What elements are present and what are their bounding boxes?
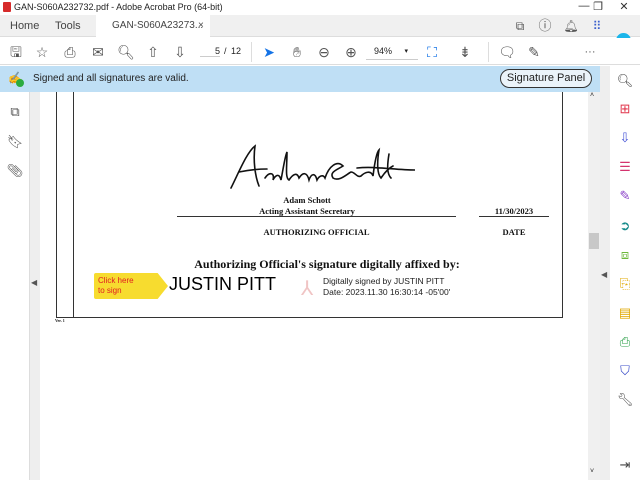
share-icon[interactable]: ⧉: [510, 16, 530, 36]
page-thumbnails-icon[interactable]: ⧉: [5, 102, 25, 122]
more-tools-button[interactable]: ···: [580, 42, 600, 62]
signed-date: 11/30/2023: [494, 206, 534, 216]
close-tab-button[interactable]: ×: [198, 15, 204, 37]
digital-signature-line1: Digitally signed by JUSTIN PITT: [323, 276, 445, 286]
page-fit-icon[interactable]: ⛶: [422, 42, 442, 62]
title-bar: GAN-S060A232732.pdf - Adobe Acrobat Pro …: [0, 0, 640, 15]
share-pdf-icon[interactable]: ⎘: [616, 275, 634, 293]
signer-name: Adam Schott: [283, 195, 331, 205]
help-icon[interactable]: ⓘ: [535, 16, 555, 36]
vertical-scrollbar[interactable]: ˄ ˅: [588, 92, 600, 480]
restore-button[interactable]: ❐: [586, 0, 610, 13]
search-icon[interactable]: 🔍︎: [116, 42, 136, 62]
chevron-down-icon: ▾: [404, 48, 408, 55]
previous-page-icon[interactable]: ⇧: [143, 42, 163, 62]
scrollbar-thumb[interactable]: [589, 233, 599, 249]
save-icon[interactable]: 🖫: [6, 42, 26, 62]
zoom-in-icon[interactable]: ⊕: [341, 42, 361, 62]
signature-line: [177, 216, 456, 217]
email-icon[interactable]: ✉: [88, 42, 108, 62]
sign-here-flag[interactable]: Click here to sign: [94, 273, 168, 299]
window-title: GAN-S060A232732.pdf - Adobe Acrobat Pro …: [14, 2, 223, 12]
document-tab-label: GAN-S060A23273...: [112, 20, 204, 31]
divider: [488, 42, 489, 62]
notifications-bell-icon[interactable]: 🔔︎: [561, 16, 581, 36]
signature-panel-button[interactable]: Signature Panel: [500, 69, 592, 88]
digital-signature-details[interactable]: Digitally signed by JUSTIN PITT Date: 20…: [323, 276, 450, 298]
digital-signature-line2: Date: 2023.11.30 16:30:14 -05'00': [323, 287, 451, 297]
toolbar: 🖫 ☆ ⎙ ✉ 🔍︎ ⇧ ⇩ 5 / 12 ➤ ✋︎ ⊖ ⊕ 94% ▾ ⛶ ⇟ …: [0, 38, 640, 65]
scroll-mode-icon[interactable]: ⇟: [455, 42, 475, 62]
divider: [251, 42, 252, 62]
tab-tools[interactable]: Tools: [55, 15, 81, 37]
sign-here-line1: Click here: [98, 276, 134, 285]
adobe-watermark-icon: ⅄: [301, 278, 314, 300]
bookmark-star-icon[interactable]: ☆: [32, 42, 52, 62]
left-navigation-pane: ⧉ 🔖︎ 📎︎: [0, 92, 30, 480]
date-line: [479, 216, 549, 217]
tab-home[interactable]: Home: [10, 15, 39, 37]
right-pane-collapse-strip[interactable]: ◀: [600, 66, 610, 480]
scroll-down-icon[interactable]: ˅: [590, 468, 594, 475]
page-border: [73, 92, 74, 318]
authorizing-official-label: AUTHORIZING OFFICIAL: [263, 227, 370, 237]
version-footer: Ver. 1: [55, 318, 65, 323]
organize-pages-icon[interactable]: ☰: [616, 158, 634, 176]
digital-signer-name: JUSTIN PITT: [169, 274, 276, 294]
more-tools-wrench-icon[interactable]: 🔧︎: [616, 391, 634, 409]
page-separator: /: [224, 46, 227, 56]
signature-status-message: Signed and all signatures are valid.: [33, 73, 189, 84]
close-window-button[interactable]: ✕: [612, 0, 636, 13]
tab-document[interactable]: GAN-S060A23273... ×: [96, 15, 210, 38]
collapse-right-arrow-icon[interactable]: ◀: [601, 270, 607, 279]
acrobat-logo-icon: [3, 2, 11, 12]
date-label: DATE: [502, 227, 526, 237]
comment-icon[interactable]: 🗨︎: [497, 42, 517, 62]
fill-sign-icon[interactable]: ✎: [616, 187, 634, 205]
affixed-heading: Authorizing Official's signature digital…: [194, 257, 460, 271]
comment-tool-icon[interactable]: ▤: [616, 304, 634, 322]
print-icon[interactable]: ⎙: [60, 42, 80, 62]
sign-here-line2: to sign: [98, 286, 122, 295]
scan-ocr-icon[interactable]: ⎙: [616, 333, 634, 351]
create-pdf-icon[interactable]: ⊞: [616, 100, 634, 118]
zoom-out-icon[interactable]: ⊖: [314, 42, 334, 62]
attachments-paperclip-icon[interactable]: 📎︎: [5, 161, 25, 181]
document-view[interactable]: Adam Schott Acting Assistant Secretary 1…: [40, 92, 588, 480]
zoom-search-icon[interactable]: 🔍︎: [616, 72, 634, 90]
send-for-signature-icon[interactable]: ➲: [616, 217, 634, 235]
expand-left-arrow-icon[interactable]: ◀: [31, 278, 37, 287]
apps-grid-icon[interactable]: ⠿: [587, 16, 607, 36]
left-pane-collapse-strip[interactable]: ◀: [30, 92, 40, 480]
handwritten-signature: [230, 144, 415, 189]
signer-title: Acting Assistant Secretary: [259, 206, 355, 216]
signature-status-bar: ✍ Signed and all signatures are valid. S…: [0, 66, 600, 92]
highlight-pen-icon[interactable]: ✎: [524, 42, 544, 62]
next-page-icon[interactable]: ⇩: [170, 42, 190, 62]
zoom-value: 94%: [374, 46, 393, 56]
protect-shield-icon[interactable]: ⛉: [616, 362, 634, 380]
bookmarks-icon[interactable]: 🔖︎: [5, 132, 25, 152]
export-pdf-icon[interactable]: ⇩: [616, 129, 634, 147]
tools-pane: 🔍︎ ⊞ ⇩ ☰ ✎ ➲ ⧈ ⎘ ▤ ⎙ ⛉ 🔧︎ ⇥: [610, 66, 640, 480]
scroll-up-icon[interactable]: ˄: [590, 92, 594, 99]
valid-check-icon: [16, 79, 24, 87]
zoom-select[interactable]: 94% ▾: [366, 43, 418, 60]
page-number-input[interactable]: 5: [200, 46, 220, 57]
collapse-tools-pane-icon[interactable]: ⇥: [616, 456, 634, 474]
hand-tool-icon[interactable]: ✋︎: [287, 42, 307, 62]
compress-pdf-icon[interactable]: ⧈: [616, 246, 634, 264]
page-total: 12: [231, 46, 242, 56]
pdf-page: Adam Schott Acting Assistant Secretary 1…: [56, 92, 563, 318]
select-cursor-icon[interactable]: ➤: [259, 42, 279, 62]
